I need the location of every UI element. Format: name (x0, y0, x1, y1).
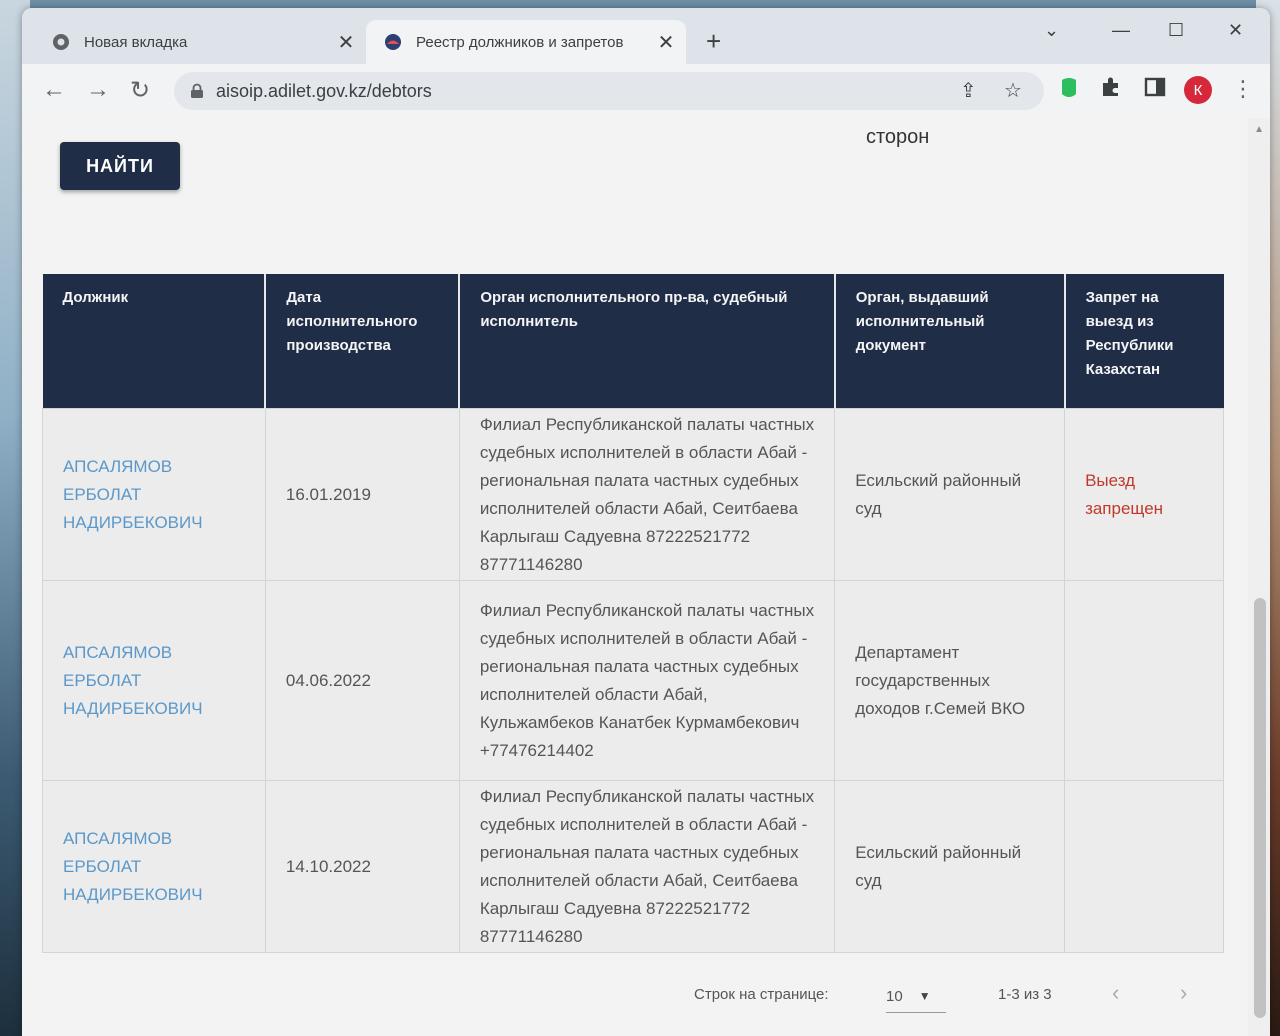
travel-ban-cell (1064, 780, 1224, 953)
tab-strip: Новая вкладка ✕ Реестр должников и запре… (22, 8, 1270, 64)
maximize-icon[interactable]: ☐ (1168, 20, 1184, 41)
travel-ban-cell: Выезд запрещен (1064, 408, 1224, 581)
tab-new-tab[interactable]: Новая вкладка ✕ (34, 20, 366, 64)
tab-title: Новая вкладка (84, 33, 188, 51)
tab-debtors-registry[interactable]: Реестр должников и запретов ✕ (366, 20, 686, 64)
url-text: aisoip.adilet.gov.kz/debtors (216, 80, 432, 101)
side-panel-icon[interactable] (1144, 76, 1166, 103)
forward-arrow-icon[interactable]: → (86, 76, 110, 104)
column-header-executor: Орган исполнительного пр-ва, судебный ис… (459, 274, 836, 409)
address-bar[interactable]: aisoip.adilet.gov.kz/debtors ⇪ ☆ (174, 72, 1044, 110)
page-content: НАЙТИ сторон Должник Дата исполнительног… (22, 118, 1270, 1036)
browser-window: Новая вкладка ✕ Реестр должников и запре… (22, 8, 1270, 1036)
back-arrow-icon[interactable]: ← (42, 76, 66, 104)
date-cell: 16.01.2019 (264, 408, 460, 581)
caret-down-icon: ▼ (918, 989, 931, 1003)
puzzle-icon[interactable] (1100, 76, 1122, 103)
scrollbar-thumb[interactable] (1254, 598, 1266, 1018)
column-header-issuer: Орган, выдавший исполнительный документ (834, 274, 1066, 409)
page-scrollbar[interactable]: ▲ (1248, 118, 1270, 1036)
close-icon[interactable]: ✕ (652, 30, 680, 55)
rows-per-page-label: Строк на странице: (694, 986, 829, 1003)
executor-cell: Филиал Республиканской палаты частных су… (458, 408, 836, 581)
issuer-cell: Есильский районный суд (834, 780, 1066, 953)
debtors-table: Должник Дата исполнительного производств… (42, 274, 1224, 953)
debtor-name-link[interactable]: АПСАЛЯМОВ ЕРБОЛАТ НАДИРБЕКОВИЧ (42, 780, 266, 953)
date-cell: 04.06.2022 (264, 580, 460, 781)
tab-search-chevron-icon[interactable]: ⌄ (1044, 20, 1059, 41)
executor-cell: Филиал Республиканской палаты частных су… (458, 580, 836, 781)
debtor-name-link[interactable]: АПСАЛЯМОВ ЕРБОЛАТ НАДИРБЕКОВИЧ (42, 408, 266, 581)
travel-ban-cell (1064, 580, 1224, 781)
window-close-icon[interactable]: ✕ (1228, 20, 1243, 41)
search-button[interactable]: НАЙТИ (60, 142, 180, 190)
tab-title: Реестр должников и запретов (416, 33, 624, 51)
page-range-label: 1-3 из 3 (998, 986, 1052, 1003)
column-header-date: Дата исполнительного производства (265, 274, 461, 409)
chevron-left-icon[interactable]: ‹ (1112, 980, 1119, 1006)
profile-avatar[interactable]: К (1184, 76, 1212, 104)
date-cell: 14.10.2022 (264, 780, 460, 953)
star-icon[interactable]: ☆ (1004, 78, 1022, 103)
column-header-travel-ban: Запрет на выезд из Республики Казахстан (1064, 274, 1224, 409)
share-icon[interactable]: ⇪ (960, 78, 977, 103)
executor-cell: Филиал Республиканской палаты частных су… (458, 780, 836, 953)
issuer-cell: Департамент государственных доходов г.Се… (834, 580, 1066, 781)
table-row: АПСАЛЯМОВ ЕРБОЛАТ НАДИРБЕКОВИЧ 14.10.202… (42, 780, 1224, 953)
table-row: АПСАЛЯМОВ ЕРБОЛАТ НАДИРБЕКОВИЧ 04.06.202… (42, 580, 1224, 781)
new-tab-plus-icon[interactable]: + (706, 26, 721, 57)
table-row: АПСАЛЯМОВ ЕРБОЛАТ НАДИРБЕКОВИЧ 16.01.201… (42, 408, 1224, 581)
table-pagination: Строк на странице: 10 ▼ 1-3 из 3 ‹ › (22, 980, 1270, 1020)
close-icon[interactable]: ✕ (332, 30, 360, 55)
issuer-cell: Есильский районный суд (834, 408, 1066, 581)
chrome-icon (52, 33, 70, 51)
rows-per-page-value: 10 (886, 987, 903, 1005)
scroll-up-arrow-icon[interactable]: ▲ (1254, 124, 1264, 135)
debtor-name-link[interactable]: АПСАЛЯМОВ ЕРБОЛАТ НАДИРБЕКОВИЧ (42, 580, 266, 781)
evernote-icon[interactable] (1058, 76, 1080, 105)
reload-icon[interactable]: ↻ (130, 76, 150, 105)
table-header-row: Должник Дата исполнительного производств… (42, 274, 1224, 409)
minimize-icon[interactable]: — (1112, 20, 1130, 41)
adilet-emblem-icon (384, 33, 402, 51)
partial-field-label: сторон (866, 126, 930, 148)
lock-icon[interactable] (190, 83, 204, 99)
column-header-debtor: Должник (42, 274, 267, 409)
kebab-menu-icon[interactable]: ⋮ (1232, 76, 1254, 102)
browser-toolbar: ← → ↻ aisoip.adilet.gov.kz/debtors ⇪ ☆ К… (22, 64, 1270, 119)
chevron-right-icon[interactable]: › (1180, 980, 1187, 1006)
rows-per-page-select[interactable]: 10 ▼ (886, 980, 946, 1013)
